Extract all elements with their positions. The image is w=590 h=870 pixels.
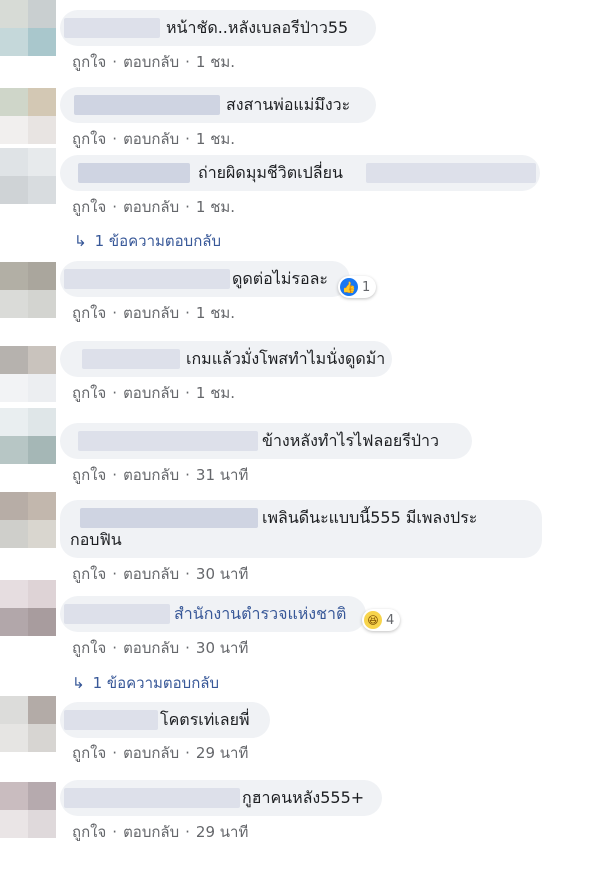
comment-actions: ถูกใจ · ตอบกลับ · 31 นาที: [72, 466, 249, 484]
like-icon: 👍: [340, 278, 358, 296]
avatar[interactable]: [0, 580, 56, 636]
comment-actions: ถูกใจ · ตอบกลับ · 1 ชม.: [72, 198, 236, 216]
comment-bubble: หน้าชัด..หลังเบลอรีป่าว55: [60, 10, 376, 46]
avatar[interactable]: [0, 408, 56, 464]
comment-actions: ถูกใจ · ตอบกลับ · 1 ชม.: [72, 53, 236, 71]
timestamp[interactable]: 1 ชม.: [196, 304, 235, 322]
reaction-badge[interactable]: 😆 4: [362, 609, 401, 631]
avatar[interactable]: [0, 0, 56, 56]
comment-bubble: กูฮาคนหลัง555+: [60, 780, 382, 816]
avatar[interactable]: [0, 782, 56, 838]
comment-text: ข้างหลังทำไรไฟลอยรีป่าว: [262, 431, 439, 450]
like-link[interactable]: ถูกใจ: [72, 53, 106, 71]
comment-text: ถ่ายผิดมุมชีวิตเปลี่ยน: [198, 163, 343, 182]
timestamp[interactable]: 31 นาที: [196, 466, 248, 484]
timestamp[interactable]: 1 ชม.: [196, 384, 235, 402]
reply-link[interactable]: ตอบกลับ: [123, 744, 179, 762]
comment-actions: ถูกใจ · ตอบกลับ · 30 นาที: [72, 565, 249, 583]
reply-link[interactable]: ตอบกลับ: [123, 304, 179, 322]
comment-actions: ถูกใจ · ตอบกลับ · 1 ชม.: [72, 130, 236, 148]
reply-link[interactable]: ตอบกลับ: [123, 639, 179, 657]
comment-actions: ถูกใจ · ตอบกลับ · 29 นาที: [72, 744, 249, 762]
comment-bubble: ข้างหลังทำไรไฟลอยรีป่าว: [60, 423, 472, 459]
comment-bubble: เกมแล้วมั่งโพสทำไมนั่งดูดม้า: [60, 341, 392, 377]
comment-text-line-2: กอบฟิน: [70, 530, 122, 549]
comment-actions: ถูกใจ · ตอบกลับ · 1 ชม.: [72, 384, 236, 402]
like-link[interactable]: ถูกใจ: [72, 384, 106, 402]
view-replies-link[interactable]: ↳ 1 ข้อความตอบกลับ: [72, 671, 219, 695]
like-link[interactable]: ถูกใจ: [72, 466, 106, 484]
comment-bubble: เพลินดีนะแบบนี้555 มีเพลงประ กอบฟิน: [60, 500, 542, 558]
timestamp[interactable]: 30 นาที: [196, 639, 248, 657]
haha-icon: 😆: [364, 611, 382, 629]
reply-link[interactable]: ตอบกลับ: [123, 466, 179, 484]
view-replies-link[interactable]: ↳ 1 ข้อความตอบกลับ: [74, 229, 221, 253]
blurred-mention: [366, 163, 536, 183]
comment-text: สำนักงานตำรวจแห่งชาติ: [174, 604, 347, 623]
reply-link[interactable]: ตอบกลับ: [123, 565, 179, 583]
comment-text: หน้าชัด..หลังเบลอรีป่าว55: [166, 18, 349, 37]
blurred-author-name: [64, 18, 160, 38]
reply-link[interactable]: ตอบกลับ: [123, 823, 179, 841]
avatar[interactable]: [0, 696, 56, 752]
reaction-badge[interactable]: 👍 1: [338, 276, 377, 298]
timestamp[interactable]: 30 นาที: [196, 565, 248, 583]
timestamp[interactable]: 1 ชม.: [196, 198, 235, 216]
reply-link[interactable]: ตอบกลับ: [123, 384, 179, 402]
like-link[interactable]: ถูกใจ: [72, 823, 106, 841]
reply-link[interactable]: ตอบกลับ: [123, 53, 179, 71]
like-link[interactable]: ถูกใจ: [72, 130, 106, 148]
comment-bubble: ถ่ายผิดมุมชีวิตเปลี่ยน: [60, 155, 540, 191]
comment-actions: ถูกใจ · ตอบกลับ · 1 ชม.: [72, 304, 236, 322]
timestamp[interactable]: 29 นาที: [196, 823, 248, 841]
comment-actions: ถูกใจ · ตอบกลับ · 29 นาที: [72, 823, 249, 841]
comment-bubble: สงสานพ่อแม่มึงวะ: [60, 87, 376, 123]
comment-bubble: ดูดต่อไม่รอละ: [60, 261, 350, 297]
like-link[interactable]: ถูกใจ: [72, 304, 106, 322]
timestamp[interactable]: 1 ชม.: [196, 53, 235, 71]
avatar[interactable]: [0, 492, 56, 548]
reply-arrow-icon: ↳: [74, 232, 87, 250]
blurred-author-name: [80, 508, 258, 528]
comment-text: เกมแล้วมั่งโพสทำไมนั่งดูดม้า: [186, 349, 386, 368]
blurred-author-name: [64, 604, 170, 624]
avatar[interactable]: [0, 346, 56, 402]
avatar[interactable]: [0, 262, 56, 318]
comment-bubble: โคตรเท่เลยพี่: [60, 702, 270, 738]
blurred-author-name: [74, 95, 220, 115]
comment-text: สงสานพ่อแม่มึงวะ: [226, 95, 351, 114]
like-link[interactable]: ถูกใจ: [72, 639, 106, 657]
reply-arrow-icon: ↳: [72, 674, 85, 692]
reaction-count: 1: [362, 279, 371, 295]
like-link[interactable]: ถูกใจ: [72, 198, 106, 216]
comment-text-line-1: เพลินดีนะแบบนี้555 มีเพลงประ: [262, 508, 478, 527]
blurred-author-name: [78, 431, 258, 451]
blurred-author-name: [64, 269, 230, 289]
blurred-author-name: [82, 349, 180, 369]
timestamp[interactable]: 29 นาที: [196, 744, 248, 762]
comment-text: กูฮาคนหลัง555+: [242, 788, 365, 807]
avatar[interactable]: [0, 148, 56, 204]
reply-link[interactable]: ตอบกลับ: [123, 198, 179, 216]
comment-text: โคตรเท่เลยพี่: [160, 710, 250, 729]
blurred-author-name: [64, 788, 240, 808]
blurred-author-name: [64, 710, 158, 730]
comment-text: ดูดต่อไม่รอละ: [232, 269, 328, 288]
reply-link[interactable]: ตอบกลับ: [123, 130, 179, 148]
like-link[interactable]: ถูกใจ: [72, 744, 106, 762]
comment-bubble: สำนักงานตำรวจแห่งชาติ: [60, 596, 366, 632]
reaction-count: 4: [386, 612, 395, 628]
blurred-author-name: [78, 163, 190, 183]
timestamp[interactable]: 1 ชม.: [196, 130, 235, 148]
avatar[interactable]: [0, 88, 56, 144]
like-link[interactable]: ถูกใจ: [72, 565, 106, 583]
comment-actions: ถูกใจ · ตอบกลับ · 30 นาที: [72, 639, 249, 657]
